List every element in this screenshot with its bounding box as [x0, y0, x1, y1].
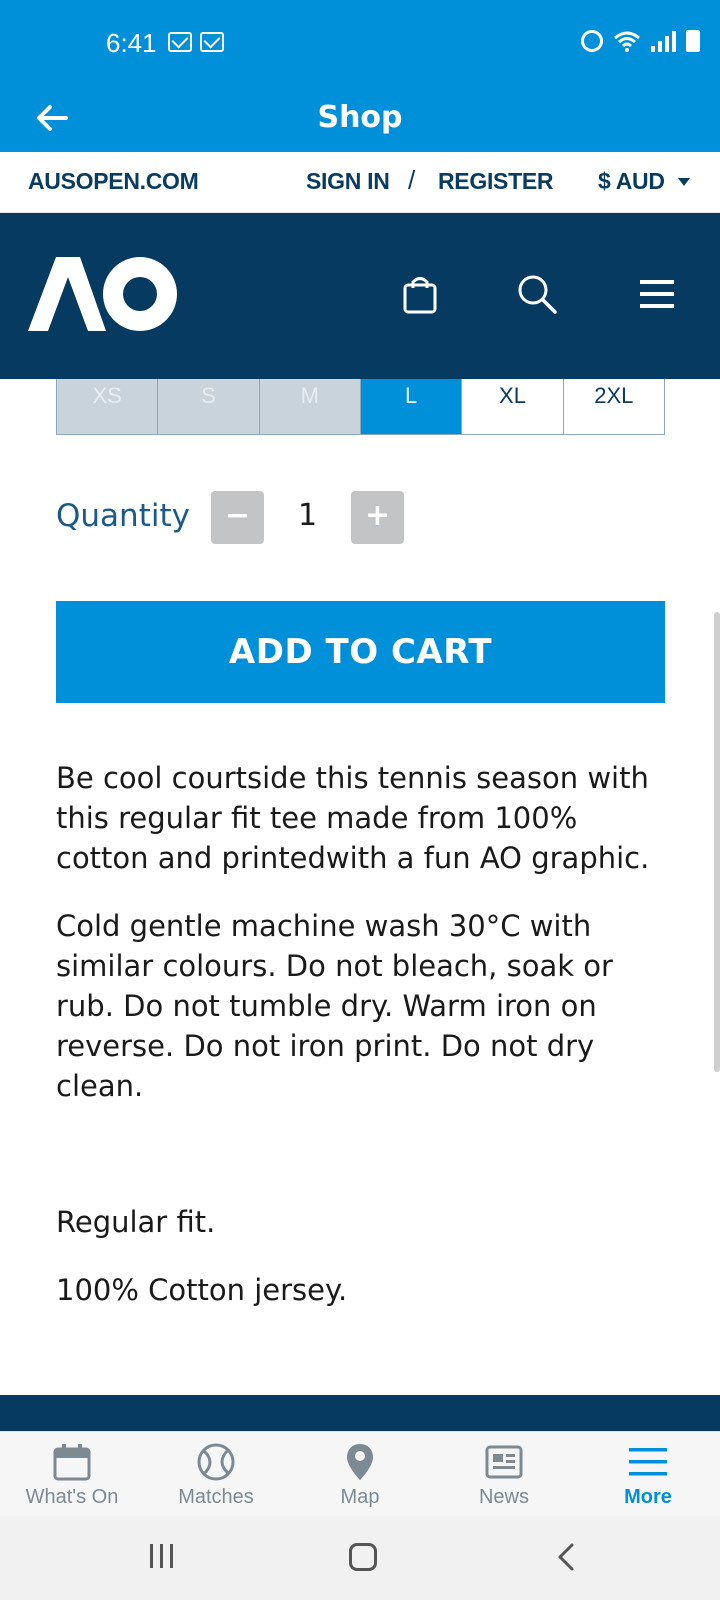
care-instructions: Cold gentle machine wash 30°C with simil…: [56, 909, 613, 1103]
register-link[interactable]: REGISTER: [438, 168, 553, 195]
home-icon[interactable]: [349, 1543, 377, 1571]
size-selector: XS S M L XL 2XL: [56, 379, 665, 435]
currency-selector[interactable]: $ AUD: [598, 168, 665, 195]
status-bar: 6:41: [0, 0, 720, 88]
system-nav-bar: [0, 1516, 720, 1600]
footer-band: [0, 1395, 720, 1431]
shopping-bag-icon[interactable]: [402, 275, 438, 319]
page-title: Shop: [317, 100, 403, 135]
ausopen-link[interactable]: AUSOPEN.COM: [28, 168, 199, 195]
status-time: 6:41: [106, 28, 157, 58]
top-links-bar: AUSOPEN.COM SIGN IN / REGISTER $ AUD: [0, 152, 720, 213]
size-option-m[interactable]: M: [259, 379, 361, 434]
signal-icon: [651, 30, 676, 52]
size-option-l[interactable]: L: [360, 379, 463, 434]
size-option-s[interactable]: S: [158, 379, 260, 434]
battery-icon: [686, 30, 700, 52]
add-to-cart-button[interactable]: ADD TO CART: [56, 601, 665, 703]
hamburger-icon: [576, 1440, 720, 1484]
quantity-increase-button[interactable]: +: [351, 491, 404, 544]
size-option-2xl[interactable]: 2XL: [563, 379, 664, 434]
bottom-nav: What's On Matches Map News More: [0, 1431, 720, 1516]
tennis-ball-icon: [144, 1440, 288, 1484]
quantity-value[interactable]: 1: [264, 498, 351, 533]
link-divider: /: [408, 165, 415, 195]
ao-logo[interactable]: [28, 257, 178, 335]
app-header: Shop: [0, 88, 720, 152]
map-pin-icon: [288, 1440, 432, 1484]
search-icon[interactable]: [516, 273, 558, 319]
nav-item-more[interactable]: More: [576, 1432, 720, 1516]
material-info: 100% Cotton jersey.: [56, 1273, 348, 1307]
quantity-label: Quantity: [56, 498, 190, 534]
nav-label: What's On: [25, 1486, 119, 1508]
product-description: Be cool courtside this tennis season wit…: [56, 761, 650, 875]
recent-apps-icon[interactable]: [150, 1544, 173, 1568]
back-icon[interactable]: [556, 1542, 576, 1576]
hamburger-menu-icon[interactable]: [640, 279, 674, 313]
nav-item-matches[interactable]: Matches: [144, 1432, 288, 1516]
nav-label: Map: [340, 1486, 380, 1508]
size-option-xl[interactable]: XL: [462, 379, 564, 434]
fit-info: Regular fit.: [56, 1205, 216, 1239]
nav-label: News: [478, 1486, 529, 1508]
mail-notification-icon: [200, 32, 224, 52]
calendar-icon: [0, 1440, 144, 1484]
mail-notification-icon: [168, 32, 192, 52]
size-option-xs[interactable]: XS: [57, 379, 159, 434]
quantity-decrease-button[interactable]: −: [211, 491, 264, 544]
scrollbar[interactable]: [714, 612, 720, 1072]
wifi-icon: [613, 30, 641, 52]
alarm-icon: [581, 30, 603, 52]
nav-item-map[interactable]: Map: [288, 1432, 432, 1516]
sign-in-link[interactable]: SIGN IN: [306, 168, 390, 195]
chevron-down-icon[interactable]: [678, 178, 690, 186]
news-icon: [432, 1440, 576, 1484]
nav-label: Matches: [178, 1486, 254, 1508]
nav-label: More: [624, 1486, 672, 1508]
nav-item-news[interactable]: News: [432, 1432, 576, 1516]
nav-item-whats-on[interactable]: What's On: [0, 1432, 144, 1516]
brand-bar: [0, 213, 720, 379]
